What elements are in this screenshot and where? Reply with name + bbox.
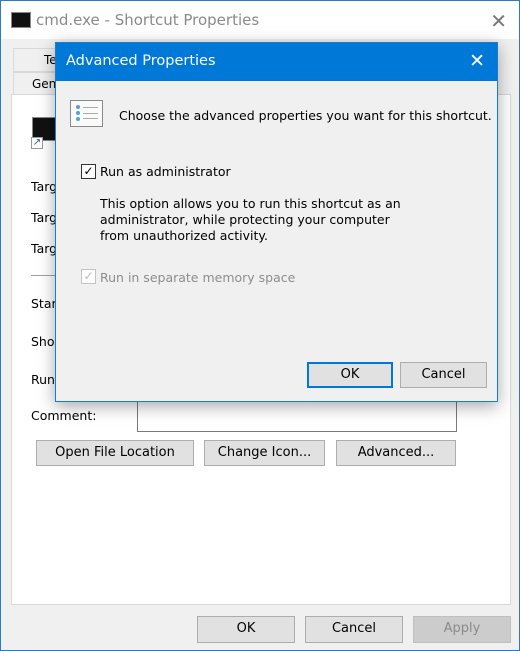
dialog-intro-text: Choose the advanced properties you want … [119, 108, 492, 123]
cmd-icon [11, 12, 31, 28]
dialog-title-bar: Advanced Properties ✕ [56, 43, 497, 81]
shortcut-arrow-icon: ↗ [31, 137, 43, 149]
separate-memory-checkbox[interactable]: ✓ [81, 269, 96, 284]
checklist-icon [70, 100, 103, 127]
target-type-label: Targ [31, 179, 58, 194]
target-label: Targ [31, 241, 58, 256]
title-bar: cmd.exe - Shortcut Properties ✕ [1, 1, 519, 39]
run-as-admin-description: This option allows you to run this short… [100, 196, 401, 243]
dialog-title: Advanced Properties [66, 53, 216, 69]
run-as-admin-checkbox[interactable]: ✓ [81, 164, 96, 179]
separate-memory-label: Run in separate memory space [100, 270, 296, 285]
advanced-properties-dialog: Advanced Properties ✕ Choose the advance… [55, 42, 498, 402]
comment-input[interactable] [137, 401, 457, 432]
dialog-cancel-button[interactable]: Cancel [400, 362, 487, 388]
open-file-location-button[interactable]: Open File Location [36, 440, 194, 466]
cancel-button[interactable]: Cancel [305, 616, 403, 643]
run-as-admin-label[interactable]: Run as administrator [100, 164, 231, 179]
advanced-button[interactable]: Advanced... [336, 440, 456, 466]
close-icon[interactable]: ✕ [490, 9, 507, 33]
dialog-close-icon[interactable]: ✕ [469, 50, 485, 72]
window-title: cmd.exe - Shortcut Properties [36, 11, 260, 29]
comment-label: Comment: [31, 408, 97, 423]
dialog-ok-button[interactable]: OK [307, 362, 393, 388]
change-icon-button[interactable]: Change Icon... [204, 440, 325, 466]
ok-button[interactable]: OK [197, 616, 295, 643]
target-location-label: Targ [31, 210, 58, 225]
apply-button[interactable]: Apply [413, 616, 511, 643]
